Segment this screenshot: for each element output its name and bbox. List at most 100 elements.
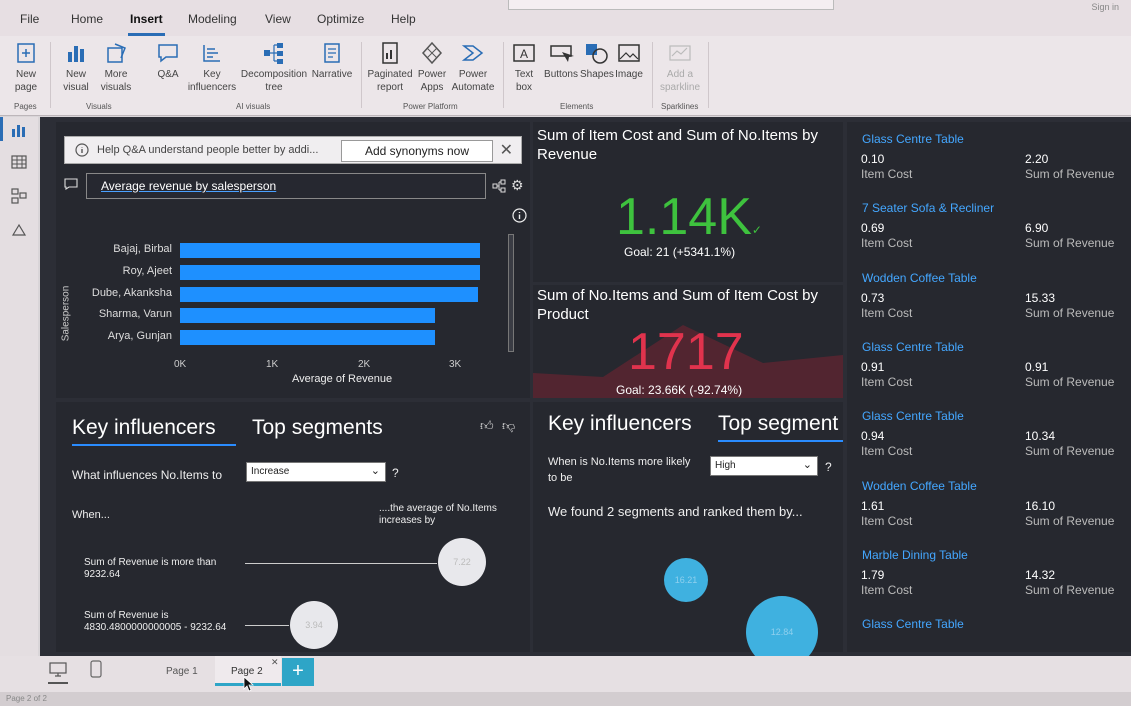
kpi-goal: Goal: 21 (+5341.1%)	[624, 245, 736, 259]
power-apps-button[interactable]: Power Apps	[414, 40, 450, 94]
thumbs-up-icon[interactable]: 👍︎	[480, 418, 494, 434]
sign-in-link[interactable]: Sign in	[1091, 2, 1119, 12]
narrative-icon	[324, 43, 340, 63]
item-cost-value: 0.73	[861, 291, 885, 305]
ribbon-separator	[708, 42, 709, 108]
decomposition-tree-button[interactable]: Decomposition tree	[238, 40, 310, 94]
key-influencers-button[interactable]: Key influencers	[186, 40, 238, 94]
factor-label[interactable]: Sum of Revenue is 4830.4800000000005 - 9…	[84, 610, 234, 634]
more-visuals-button[interactable]: More visuals	[96, 40, 136, 94]
item-cost-value: 0.10	[861, 152, 885, 166]
revenue-label: Sum of Revenue	[1025, 514, 1115, 528]
tab-top-segments[interactable]: Top segment	[718, 412, 838, 436]
text-box-label: Text box	[514, 69, 534, 93]
product-name[interactable]: Wodden Coffee Table	[862, 479, 977, 493]
dropdown-value: High	[715, 460, 736, 471]
revenue-value: 6.90	[1025, 221, 1049, 235]
close-page-icon[interactable]: ✕	[271, 657, 279, 668]
ribbon: New page New visual More visuals Q&A Key…	[0, 36, 1131, 116]
search-bar[interactable]	[508, 0, 834, 10]
settings-gear-icon[interactable]: ⚙	[511, 177, 524, 194]
item-cost-label: Item Cost	[861, 236, 913, 250]
menu-insert[interactable]: Insert	[130, 12, 163, 26]
tab-key-influencers[interactable]: Key influencers	[72, 416, 216, 440]
close-icon[interactable]: ✕	[500, 140, 513, 160]
menu-help[interactable]: Help	[391, 12, 416, 26]
add-page-button[interactable]: +	[282, 658, 314, 686]
table-view-icon[interactable]	[10, 153, 28, 171]
item-cost-value: 0.69	[861, 221, 885, 235]
add-synonyms-button[interactable]: Add synonyms now	[341, 140, 493, 162]
segment-bubble[interactable]: 16.21	[664, 558, 708, 602]
bar[interactable]	[180, 308, 435, 323]
text-box-button[interactable]: A Text box	[508, 40, 540, 94]
add-sparkline-button[interactable]: Add a sparkline	[656, 40, 704, 94]
ribbon-separator	[50, 42, 51, 108]
product-name[interactable]: Glass Centre Table	[862, 132, 964, 146]
qa-button[interactable]: Q&A	[150, 40, 186, 81]
new-visual-button[interactable]: New visual	[58, 40, 94, 94]
help-icon[interactable]: ?	[392, 466, 399, 480]
desktop-view-icon[interactable]	[48, 662, 68, 678]
product-name[interactable]: Glass Centre Table	[862, 340, 964, 354]
active-view-indicator	[0, 117, 3, 141]
dax-query-view-icon[interactable]	[10, 221, 28, 239]
more-visuals-icon	[107, 43, 126, 63]
chart-scrollbar[interactable]	[508, 234, 514, 352]
new-page-button[interactable]: New page	[6, 40, 46, 94]
when-label: When...	[72, 509, 110, 521]
product-name[interactable]: 7 Seater Sofa & Recliner	[862, 201, 994, 215]
new-visual-icon	[68, 46, 84, 62]
menu-optimize[interactable]: Optimize	[317, 12, 364, 26]
qa-question-input[interactable]: Average revenue by salesperson	[86, 173, 486, 199]
bar-category-label: Dube, Akanksha	[91, 287, 172, 299]
product-name[interactable]: Wodden Coffee Table	[862, 271, 977, 285]
product-name[interactable]: Glass Centre Table	[862, 409, 964, 423]
model-view-icon[interactable]	[10, 187, 28, 205]
help-icon[interactable]: ?	[825, 460, 832, 474]
info-circle-icon[interactable]	[512, 208, 527, 223]
item-cost-label: Item Cost	[861, 375, 913, 389]
ts-dropdown[interactable]: High ⌄	[710, 456, 818, 476]
shapes-button[interactable]: Shapes	[580, 40, 614, 81]
info-icon	[75, 143, 89, 157]
mouse-cursor-icon	[243, 676, 255, 692]
menu-view[interactable]: View	[265, 12, 291, 26]
power-automate-button[interactable]: Power Automate	[450, 40, 496, 94]
bar[interactable]	[180, 330, 435, 345]
factor-bubble[interactable]: 7.22	[438, 538, 486, 586]
decomposition-icon[interactable]	[492, 179, 506, 193]
product-name[interactable]: Glass Centre Table	[862, 617, 964, 631]
narrative-button[interactable]: Narrative	[310, 40, 354, 81]
paginated-report-button[interactable]: Paginated report	[366, 40, 414, 94]
product-name[interactable]: Marble Dining Table	[862, 548, 968, 562]
bar[interactable]	[180, 265, 480, 280]
report-view-icon[interactable]	[10, 121, 28, 139]
buttons-icon	[550, 45, 574, 62]
item-cost-value: 1.79	[861, 568, 885, 582]
menu-modeling[interactable]: Modeling	[188, 12, 237, 26]
revenue-label: Sum of Revenue	[1025, 583, 1115, 597]
factor-bubble[interactable]: 3.94	[290, 601, 338, 649]
buttons-button[interactable]: Buttons	[542, 40, 580, 81]
factor-label[interactable]: Sum of Revenue is more than 9232.64	[84, 557, 224, 581]
bar-category-label: Roy, Ajeet	[122, 265, 172, 277]
power-apps-label: Power Apps	[417, 69, 447, 93]
new-page-label: New page	[14, 69, 38, 93]
tab-top-segments[interactable]: Top segments	[252, 416, 383, 440]
menu-home[interactable]: Home	[71, 12, 103, 26]
menu-file[interactable]: File	[20, 12, 39, 26]
power-apps-icon	[421, 41, 443, 65]
thumbs-down-icon[interactable]: 👎︎	[502, 418, 515, 434]
mobile-view-icon[interactable]	[90, 660, 102, 678]
image-button[interactable]: Image	[612, 40, 646, 81]
ki-dropdown[interactable]: Increase ⌄	[246, 462, 386, 482]
x-tick: 2K	[358, 359, 371, 370]
chat-icon	[64, 178, 78, 190]
power-bi-window: File Home Insert Modeling View Optimize …	[0, 0, 1131, 706]
bar[interactable]	[180, 287, 479, 302]
bar[interactable]	[180, 243, 480, 258]
segments-found-text: We found 2 segments and ranked them by..…	[548, 504, 803, 519]
page-tab-1[interactable]: Page 1	[166, 666, 198, 677]
tab-key-influencers[interactable]: Key influencers	[548, 412, 692, 436]
